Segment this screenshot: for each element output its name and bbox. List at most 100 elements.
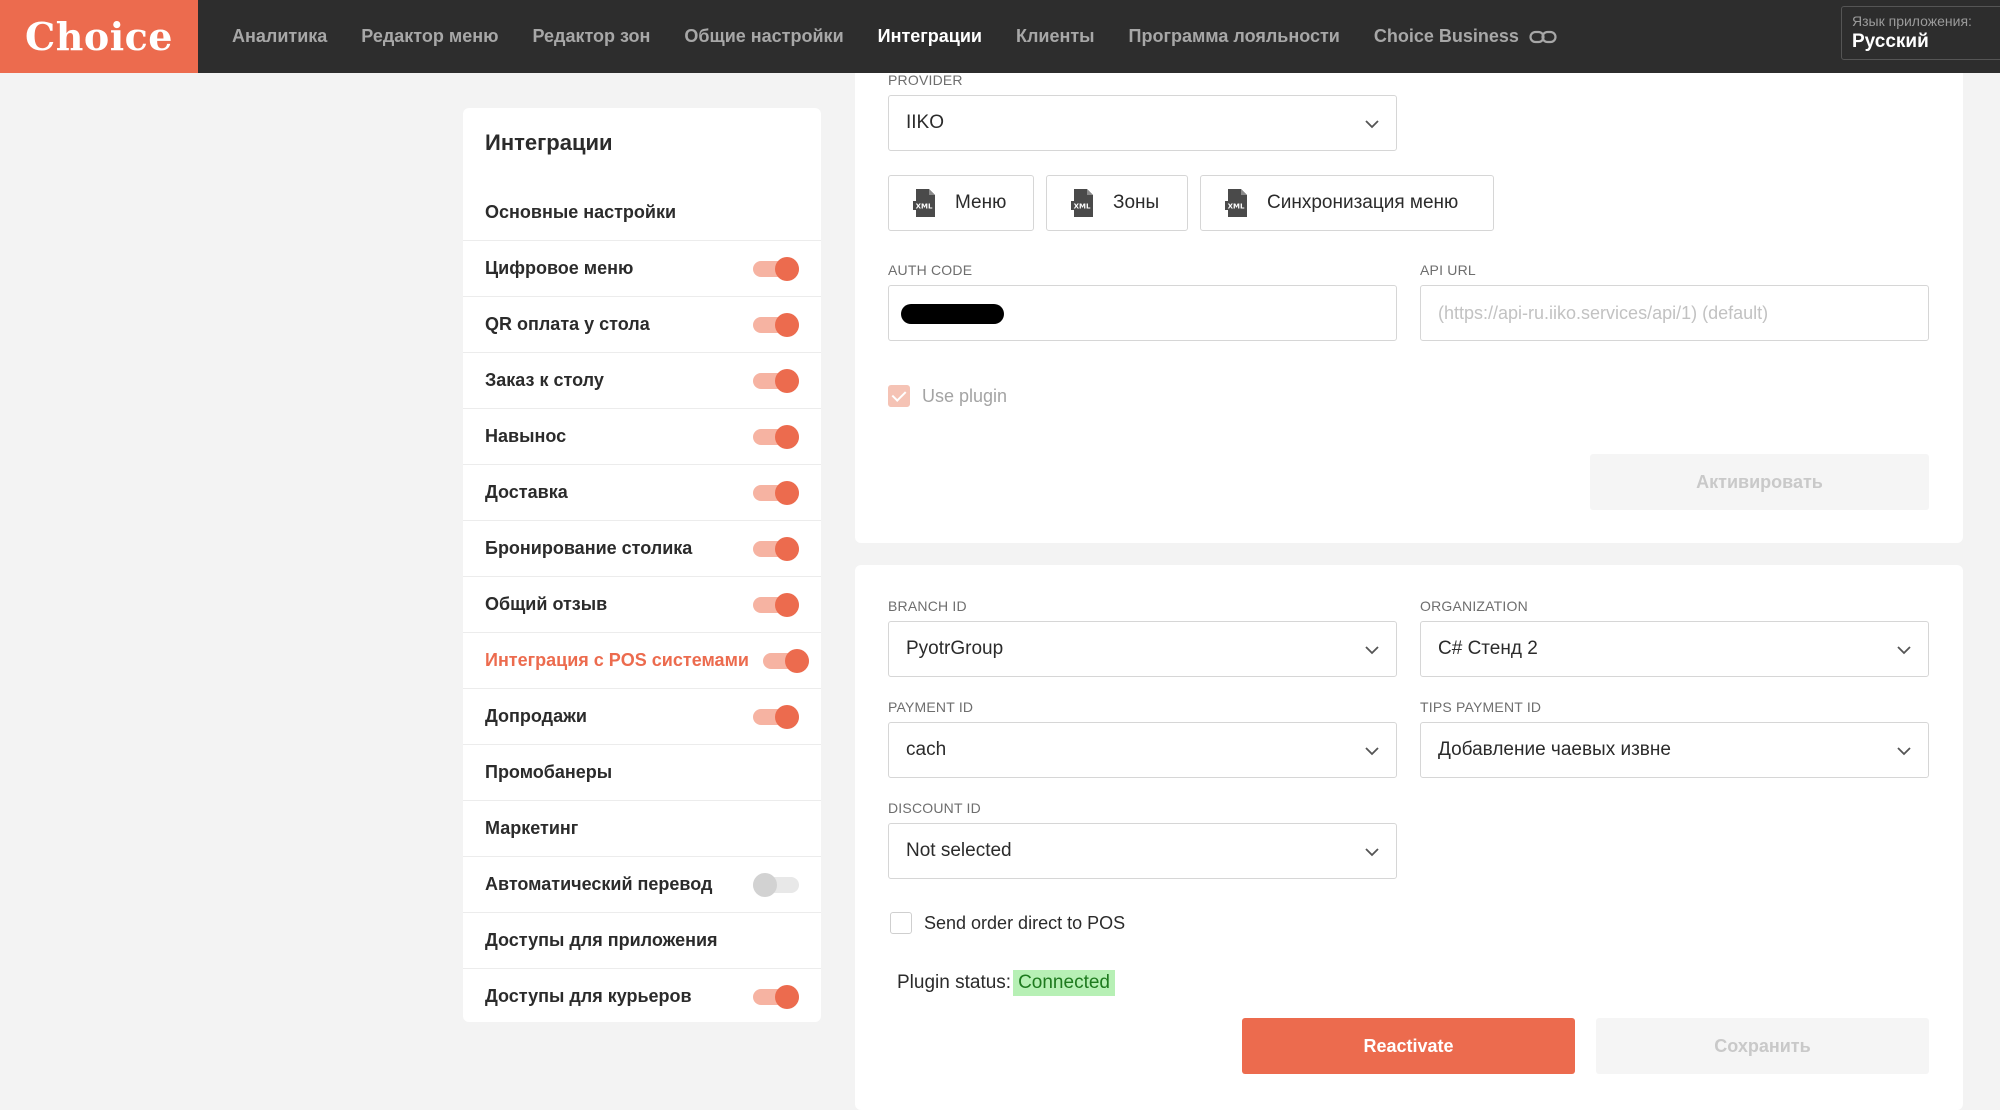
chevron-down-icon (1365, 120, 1379, 129)
redacted-auth-code (901, 304, 1004, 324)
sidebar-item-auto-translate[interactable]: Автоматический перевод (463, 856, 821, 912)
sidebar-item-label: Доставка (485, 482, 568, 502)
sync-menu-label: Синхронизация меню (1267, 192, 1459, 213)
nav-item-choice-business[interactable]: Choice Business (1374, 26, 1557, 47)
use-plugin-label: Use plugin (922, 385, 1008, 406)
branch-id-label: BRANCH ID (888, 598, 967, 614)
payment-id-value: cach (906, 739, 947, 760)
auth-code-label: AUTH CODE (888, 262, 973, 278)
sidebar-item-label: Автоматический перевод (485, 874, 713, 894)
takeaway-toggle[interactable] (753, 425, 799, 449)
sidebar-item-pos-integration[interactable]: Интеграция с POS системами (463, 632, 821, 688)
export-menu-label: Меню (955, 192, 1007, 213)
svg-text:XML: XML (916, 203, 933, 211)
branch-id-value: PyotrGroup (906, 638, 1004, 659)
tips-payment-id-label: TIPS PAYMENT ID (1420, 699, 1542, 715)
upsells-toggle[interactable] (753, 705, 799, 729)
api-url-input[interactable]: (https://api-ru.iiko.services/api/1) (de… (1420, 285, 1929, 341)
sidebar-item-main-settings[interactable]: Основные настройки (463, 184, 821, 240)
plugin-status-badge: Connected (1013, 970, 1115, 996)
table-order-toggle[interactable] (753, 369, 799, 393)
table-booking-toggle[interactable] (753, 537, 799, 561)
sidebar-item-table-booking[interactable]: Бронирование столика (463, 520, 821, 576)
pos-integration-toggle[interactable] (763, 649, 809, 673)
branch-id-select[interactable]: PyotrGroup (888, 621, 1397, 677)
sidebar-item-takeaway[interactable]: Навынос (463, 408, 821, 464)
chevron-down-icon (1365, 747, 1379, 756)
sync-menu-button[interactable]: XML Синхронизация меню (1200, 175, 1494, 231)
activate-button[interactable]: Активировать (1590, 454, 1929, 510)
export-zones-label: Зоны (1113, 192, 1160, 213)
nav-item-loyalty[interactable]: Программа лояльности (1129, 26, 1340, 47)
sidebar-item-label: Основные настройки (485, 201, 677, 222)
organization-select[interactable]: C# Стенд 2 (1420, 621, 1929, 677)
sidebar-item-courier-access[interactable]: Доступы для курьеров (463, 968, 821, 1024)
sidebar-item-marketing[interactable]: Маркетинг (463, 800, 821, 856)
discount-id-select[interactable]: Not selected (888, 823, 1397, 879)
general-feedback-toggle[interactable] (753, 593, 799, 617)
sidebar-item-label: Маркетинг (485, 818, 579, 838)
reactivate-button[interactable]: Reactivate (1242, 1018, 1575, 1074)
payment-id-label: PAYMENT ID (888, 699, 974, 715)
digital-menu-toggle[interactable] (753, 257, 799, 281)
svg-text:XML: XML (1228, 203, 1245, 211)
chevron-down-icon (1365, 646, 1379, 655)
courier-access-toggle[interactable] (753, 985, 799, 1009)
svg-text:XML: XML (1074, 203, 1091, 211)
sidebar-item-label: Доступы для курьеров (485, 986, 692, 1006)
nav-item-zone-editor[interactable]: Редактор зон (532, 26, 650, 47)
chevron-down-icon (1365, 848, 1379, 857)
provider-select[interactable]: IIKO (888, 95, 1397, 151)
sidebar-item-label: Интеграция с POS системами (485, 650, 749, 670)
plugin-status: Plugin status: Connected (897, 970, 1115, 996)
api-url-label: API URL (1420, 262, 1476, 278)
nav-item-choice-business-label: Choice Business (1373, 26, 1519, 46)
nav-item-menu-editor[interactable]: Редактор меню (361, 26, 498, 47)
auto-translate-toggle[interactable] (753, 873, 799, 897)
use-plugin-checkbox[interactable] (888, 385, 910, 407)
chevron-down-icon (1897, 747, 1911, 756)
xml-file-icon: XML (1071, 189, 1093, 217)
api-url-placeholder: (https://api-ru.iiko.services/api/1) (de… (1438, 302, 1769, 323)
export-zones-button[interactable]: XML Зоны (1046, 175, 1188, 231)
integrations-sidebar: Интеграции Основные настройки Цифровое м… (463, 108, 821, 1022)
language-selector[interactable]: Язык приложения: Русский (1841, 6, 2000, 60)
sidebar-item-label: Бронирование столика (485, 538, 693, 558)
sidebar-item-promo-banners[interactable]: Промобанеры (463, 744, 821, 800)
plugin-status-label: Plugin status: (897, 972, 1012, 993)
provider-value: IIKO (906, 112, 945, 133)
send-order-row: Send order direct to POS (890, 912, 1125, 934)
save-button[interactable]: Сохранить (1596, 1018, 1929, 1074)
external-link-icon (1529, 30, 1557, 43)
chevron-down-icon (1897, 646, 1911, 655)
logo[interactable]: Choice (0, 0, 198, 73)
sidebar-item-label: Доступы для приложения (485, 930, 718, 950)
xml-file-icon: XML (913, 189, 935, 217)
tips-payment-id-select[interactable]: Добавление чаевых извне (1420, 722, 1929, 778)
sidebar-item-upsells[interactable]: Допродажи (463, 688, 821, 744)
qr-payment-toggle[interactable] (753, 313, 799, 337)
nav-item-general-settings[interactable]: Общие настройки (684, 26, 843, 47)
nav-item-clients[interactable]: Клиенты (1016, 26, 1095, 47)
provider-label: PROVIDER (888, 72, 963, 88)
language-label: Язык приложения: (1852, 13, 1972, 29)
sidebar-item-qr-payment[interactable]: QR оплата у стола (463, 296, 821, 352)
discount-id-value: Not selected (906, 840, 1012, 861)
sidebar-item-delivery[interactable]: Доставка (463, 464, 821, 520)
organization-label: ORGANIZATION (1420, 598, 1528, 614)
top-bar: Choice Аналитика Редактор меню Редактор … (0, 0, 2000, 73)
sidebar-item-app-access[interactable]: Доступы для приложения (463, 912, 821, 968)
language-value: Русский (1852, 31, 1929, 52)
sidebar-item-general-feedback[interactable]: Общий отзыв (463, 576, 821, 632)
payment-id-select[interactable]: cach (888, 722, 1397, 778)
sidebar-item-table-order[interactable]: Заказ к столу (463, 352, 821, 408)
delivery-toggle[interactable] (753, 481, 799, 505)
sidebar-item-digital-menu[interactable]: Цифровое меню (463, 240, 821, 296)
use-plugin-row: Use plugin (888, 385, 1007, 407)
export-menu-button[interactable]: XML Меню (888, 175, 1034, 231)
send-order-checkbox[interactable] (890, 912, 912, 934)
tips-payment-id-value: Добавление чаевых извне (1438, 739, 1671, 760)
nav-item-analytics[interactable]: Аналитика (232, 26, 327, 47)
main-nav: Аналитика Редактор меню Редактор зон Общ… (232, 0, 1591, 73)
nav-item-integrations[interactable]: Интеграции (878, 26, 982, 47)
